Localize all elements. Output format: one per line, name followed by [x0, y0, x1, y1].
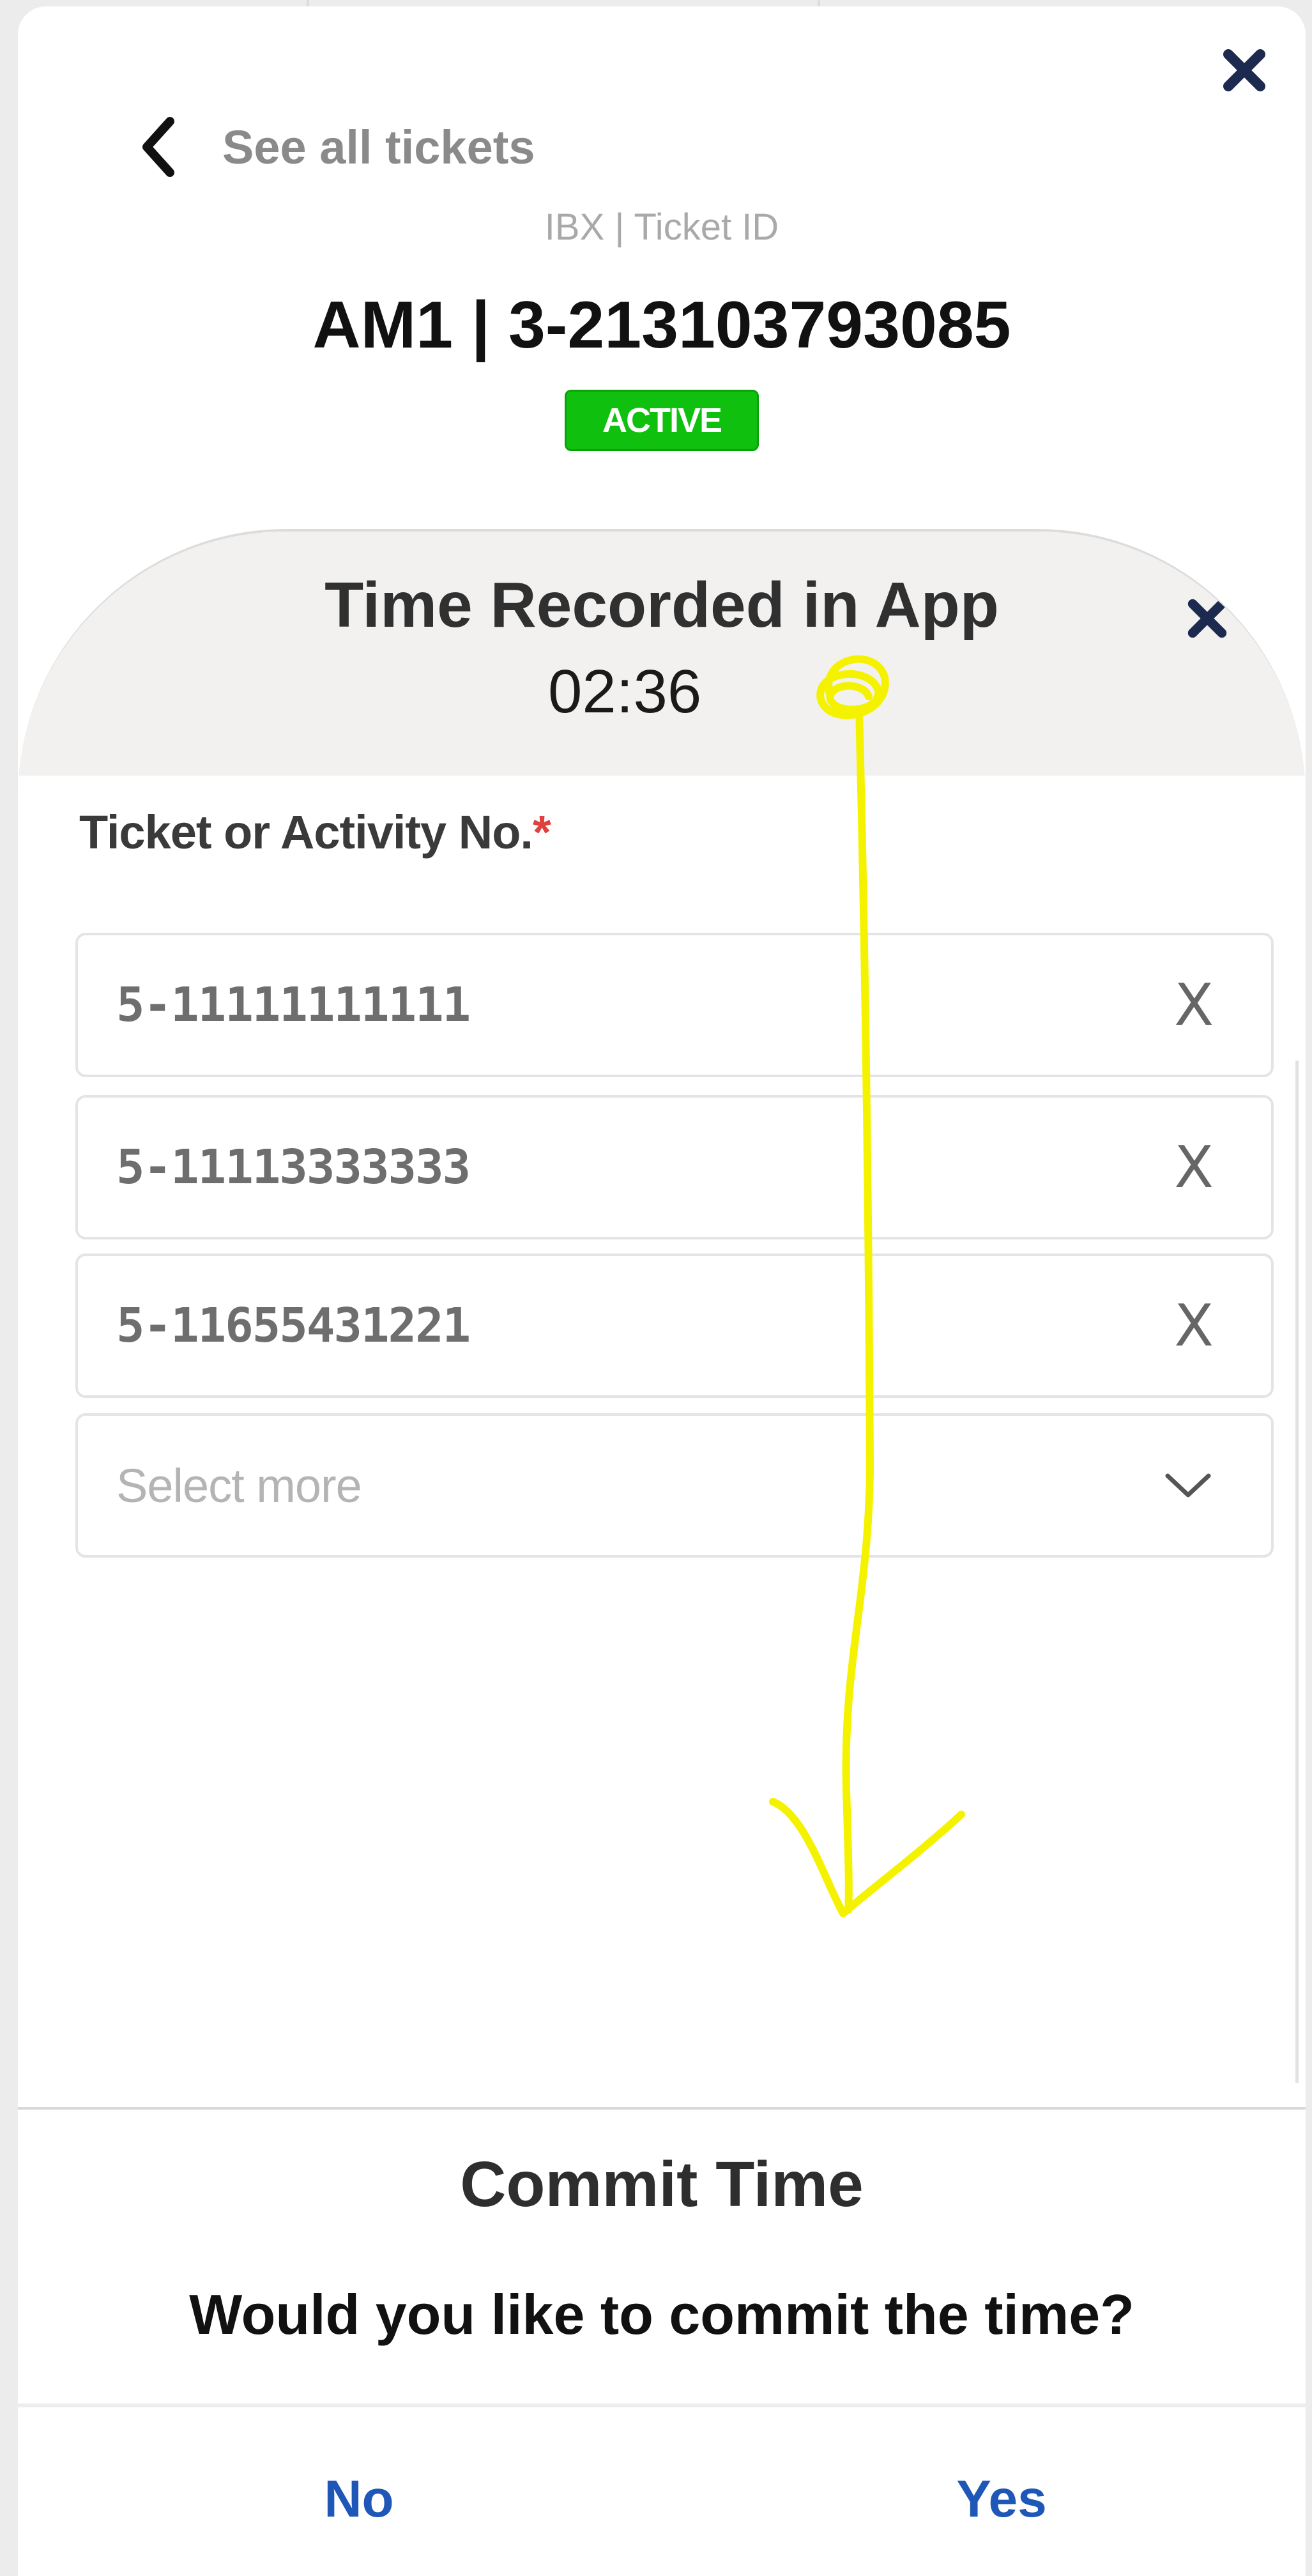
selected-ticket-item: 5-11111111111 X	[75, 933, 1274, 1077]
select-more-placeholder: Select more	[116, 1459, 362, 1512]
status-badge: ACTIVE	[565, 390, 759, 451]
close-ticket-button[interactable]	[1212, 38, 1276, 102]
selected-ticket-item: 5-11655431221 X	[75, 1254, 1274, 1398]
sheet-title: Time Recorded in App	[324, 569, 999, 641]
chevron-down-icon	[1165, 1473, 1211, 1498]
remove-item-button[interactable]: X	[1174, 972, 1214, 1039]
ticket-activity-label: Ticket or Activity No.*	[79, 805, 551, 859]
select-more-dropdown[interactable]: Select more	[75, 1413, 1274, 1558]
required-mark: *	[532, 806, 551, 859]
field-label-text: Ticket or Activity No.	[79, 806, 533, 859]
back-link-label: See all tickets	[222, 120, 535, 174]
no-button[interactable]: No	[103, 2448, 614, 2550]
commit-question: Would you like to commit the time?	[189, 2283, 1134, 2346]
commit-time-dialog: Commit Time Would you like to commit the…	[18, 2107, 1306, 2576]
time-recorded-sheet: Time Recorded in App 02:36 Ticket or Act…	[18, 529, 1306, 2110]
remove-item-button[interactable]: X	[1174, 1292, 1214, 1360]
selected-ticket-item: 5-11113333333 X	[75, 1095, 1274, 1239]
selected-ticket-value: 5-11655431221	[116, 1298, 471, 1353]
back-link[interactable]: See all tickets	[139, 109, 535, 185]
dialog-divider	[18, 2404, 1306, 2407]
yes-button[interactable]: Yes	[746, 2448, 1257, 2550]
recorded-time: 02:36	[548, 657, 702, 726]
commit-title: Commit Time	[460, 2149, 864, 2220]
ticket-title: AM1 | 3-213103793085	[312, 288, 1011, 362]
chevron-left-icon	[142, 117, 174, 177]
close-sheet-button[interactable]	[1175, 586, 1239, 650]
scroll-divider	[1295, 1061, 1299, 2083]
remove-item-button[interactable]: X	[1174, 1134, 1214, 1201]
close-icon	[1223, 49, 1265, 91]
selected-ticket-value: 5-11113333333	[116, 1140, 471, 1195]
ibx-ticket-label: IBX | Ticket ID	[544, 206, 779, 248]
selected-ticket-value: 5-11111111111	[116, 977, 471, 1032]
close-icon	[1187, 599, 1227, 638]
ticket-card: See all tickets IBX | Ticket ID AM1 | 3-…	[18, 6, 1306, 2576]
